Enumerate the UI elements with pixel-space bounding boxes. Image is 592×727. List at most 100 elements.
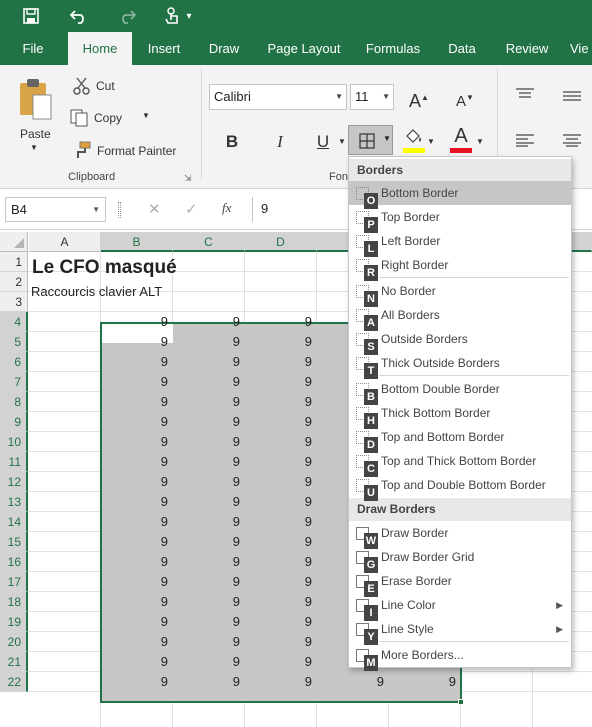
- cell-value[interactable]: 9: [172, 554, 244, 569]
- row-header-22[interactable]: 22: [0, 672, 28, 692]
- row-header-2[interactable]: 2: [0, 272, 28, 292]
- row-header-16[interactable]: 16: [0, 552, 28, 572]
- menu-item-top-and-thick-bottom-border[interactable]: Top and Thick Bottom Border C: [349, 449, 571, 477]
- row-header-11[interactable]: 11: [0, 452, 28, 472]
- cell-value[interactable]: 9: [172, 374, 244, 389]
- cell-value[interactable]: 9: [244, 414, 316, 429]
- copy-button[interactable]: Copy: [94, 111, 122, 125]
- cell-value[interactable]: 9: [100, 554, 172, 569]
- paste-dropdown-chevron-icon[interactable]: ▼: [30, 143, 38, 152]
- fill-color-dropdown-chevron-icon[interactable]: ▼: [427, 137, 435, 146]
- fill-handle[interactable]: [458, 699, 464, 705]
- cell-value[interactable]: 9: [172, 654, 244, 669]
- cell-value[interactable]: 9: [244, 634, 316, 649]
- row-header-18[interactable]: 18: [0, 592, 28, 612]
- paste-label[interactable]: Paste: [20, 127, 51, 141]
- cell-value[interactable]: 9: [100, 634, 172, 649]
- cell-value[interactable]: 9: [172, 494, 244, 509]
- menu-item-erase-border[interactable]: Erase Border E: [349, 569, 571, 597]
- formula-bar-splitter[interactable]: [118, 202, 121, 218]
- cell-value[interactable]: 9: [100, 414, 172, 429]
- cell-value[interactable]: 9: [244, 334, 316, 349]
- insert-function-icon[interactable]: fx: [222, 200, 231, 216]
- clipboard-launcher-icon[interactable]: ⇲: [184, 173, 192, 184]
- row-header-20[interactable]: 20: [0, 632, 28, 652]
- customize-qat-dropdown[interactable]: ▾: [182, 4, 196, 28]
- cell-value[interactable]: 9: [100, 374, 172, 389]
- cell-value[interactable]: 9: [244, 474, 316, 489]
- cell-value[interactable]: 9: [244, 434, 316, 449]
- cell-value[interactable]: 9: [100, 354, 172, 369]
- cell-value[interactable]: 9: [100, 434, 172, 449]
- row-header-13[interactable]: 13: [0, 492, 28, 512]
- menu-item-outside-borders[interactable]: Outside Borders S: [349, 327, 571, 355]
- italic-button[interactable]: I: [270, 129, 290, 155]
- enter-icon[interactable]: ✓: [185, 200, 198, 218]
- font-size-combo[interactable]: 11 ▼: [350, 84, 394, 110]
- cell-value[interactable]: 9: [100, 494, 172, 509]
- row-header-21[interactable]: 21: [0, 652, 28, 672]
- redo-icon[interactable]: [114, 4, 140, 28]
- menu-item-all-borders[interactable]: All Borders A: [349, 303, 571, 331]
- format-painter-button[interactable]: Format Painter: [97, 144, 176, 158]
- cell-value[interactable]: 9: [100, 394, 172, 409]
- row-header-19[interactable]: 19: [0, 612, 28, 632]
- undo-icon[interactable]: [66, 4, 92, 28]
- middle-align-icon[interactable]: [562, 89, 582, 103]
- cell-value[interactable]: 9: [172, 474, 244, 489]
- menu-item-no-border[interactable]: No Border N: [349, 279, 571, 307]
- menu-item-line-color[interactable]: Line Color I ▶: [349, 593, 571, 621]
- cell-value[interactable]: 9: [244, 374, 316, 389]
- row-header-12[interactable]: 12: [0, 472, 28, 492]
- cell-value[interactable]: 9: [100, 614, 172, 629]
- cell-value[interactable]: 9: [100, 534, 172, 549]
- tab-view[interactable]: Vie: [570, 32, 592, 65]
- shrink-font-button[interactable]: A▼: [454, 85, 476, 111]
- cell-value[interactable]: 9: [172, 454, 244, 469]
- copy-dropdown-chevron-icon[interactable]: ▼: [142, 111, 150, 120]
- cell-value[interactable]: 9: [388, 674, 460, 689]
- row-header-5[interactable]: 5: [0, 332, 28, 352]
- menu-item-top-and-bottom-border[interactable]: Top and Bottom Border D: [349, 425, 571, 453]
- menu-item-draw-border[interactable]: Draw Border W: [349, 521, 571, 549]
- tab-formulas[interactable]: Formulas: [362, 32, 424, 65]
- menu-item-bottom-double-border[interactable]: Bottom Double Border B: [349, 377, 571, 405]
- cell-value[interactable]: 9: [100, 574, 172, 589]
- select-all-button[interactable]: [0, 232, 28, 252]
- cell-value[interactable]: 9: [244, 314, 316, 329]
- column-header-d[interactable]: D: [245, 232, 317, 252]
- font-color-button[interactable]: A: [450, 125, 472, 153]
- menu-item-line-style[interactable]: Line Style Y ▶: [349, 617, 571, 645]
- cell-value[interactable]: 9: [244, 454, 316, 469]
- cell-value[interactable]: 9: [172, 334, 244, 349]
- cell-value[interactable]: 9: [244, 674, 316, 689]
- row-header-15[interactable]: 15: [0, 532, 28, 552]
- menu-item-thick-bottom-border[interactable]: Thick Bottom Border H: [349, 401, 571, 429]
- menu-item-thick-outside-borders[interactable]: Thick Outside Borders T: [349, 351, 571, 379]
- cell-value[interactable]: 9: [244, 594, 316, 609]
- row-header-8[interactable]: 8: [0, 392, 28, 412]
- cell-value[interactable]: 9: [100, 334, 172, 349]
- title-cell-a1[interactable]: Le CFO masqué: [32, 257, 177, 279]
- cell-value[interactable]: 9: [244, 394, 316, 409]
- cancel-icon[interactable]: ✕: [148, 200, 161, 218]
- tab-draw[interactable]: Draw: [202, 32, 246, 65]
- cell-value[interactable]: 9: [172, 354, 244, 369]
- cell-value[interactable]: 9: [172, 674, 244, 689]
- save-icon[interactable]: [18, 4, 44, 28]
- align-left-icon[interactable]: [515, 133, 535, 147]
- column-header-a[interactable]: A: [29, 232, 101, 252]
- row-header-10[interactable]: 10: [0, 432, 28, 452]
- menu-item-top-border[interactable]: Top Border P: [349, 205, 571, 233]
- bold-button[interactable]: B: [222, 129, 242, 155]
- cell-value[interactable]: 9: [172, 614, 244, 629]
- align-center-icon[interactable]: [562, 133, 582, 147]
- cell-value[interactable]: 9: [172, 534, 244, 549]
- underline-button[interactable]: U: [313, 129, 333, 155]
- cell-value[interactable]: 9: [316, 674, 388, 689]
- cell-value[interactable]: 9: [100, 314, 172, 329]
- menu-item-top-and-double-bottom-border[interactable]: Top and Double Bottom Border U: [349, 473, 571, 501]
- cell-value[interactable]: 9: [100, 454, 172, 469]
- cell-value[interactable]: 9: [100, 514, 172, 529]
- borders-button[interactable]: ▼: [348, 125, 393, 155]
